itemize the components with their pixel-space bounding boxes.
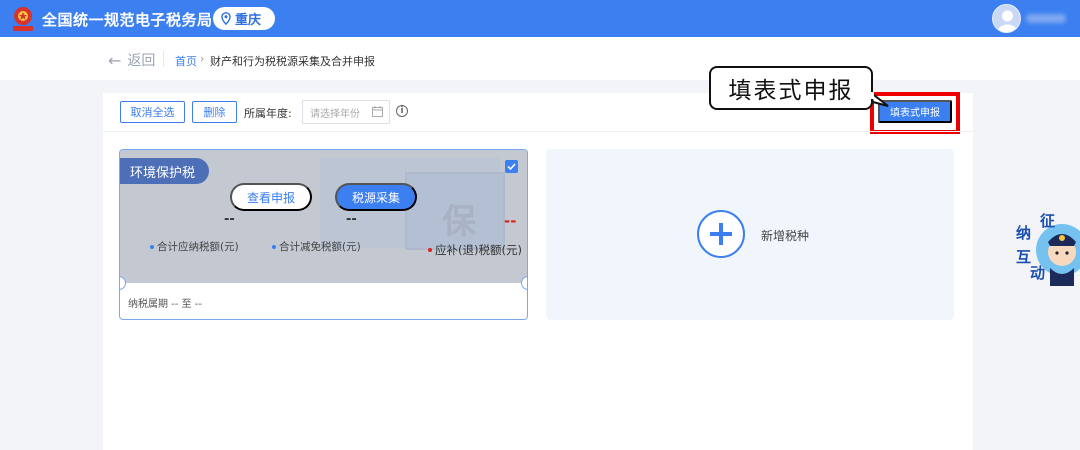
total-relief-value: --: [346, 212, 357, 227]
main-panel: 取消全选 删除 所属年度: 请选择年份 i 填表式申报 保 环境保护税 查看申报…: [103, 92, 973, 450]
refund-payable-value: --: [504, 212, 517, 230]
breadcrumb-divider: [163, 51, 164, 67]
tax-emblem-icon: [13, 7, 33, 31]
tax-period: 纳税属期 -- 至 --: [128, 299, 202, 310]
delete-button[interactable]: 删除: [192, 101, 237, 123]
city-selector[interactable]: 重庆: [213, 7, 275, 30]
site-title: 全国统一规范电子税务局: [42, 11, 213, 29]
mascot-char: 互: [1016, 248, 1031, 266]
breadcrumb-bar: ← 返回 首页 › 财产和行为税税源采集及合并申报: [0, 37, 1080, 80]
tax-card-header: 保 环境保护税 查看申报 税源采集 -- -- -- 合计应纳税额(元) 合计减…: [120, 150, 527, 283]
back-button[interactable]: ← 返回: [108, 50, 155, 70]
metric-label: 应补(退)税额(元): [435, 243, 522, 257]
callout-tail-icon: [870, 92, 889, 107]
tax-card-environmental[interactable]: 保 环境保护税 查看申报 税源采集 -- -- -- 合计应纳税额(元) 合计减…: [119, 149, 528, 320]
city-name: 重庆: [235, 13, 262, 28]
year-placeholder: 请选择年份: [310, 108, 360, 120]
total-payable-value: --: [224, 212, 235, 227]
mascot-char: 纳: [1016, 224, 1031, 242]
blue-dot-icon: [150, 244, 154, 249]
user-avatar-icon: [997, 10, 1018, 32]
year-picker-input[interactable]: 请选择年份: [302, 100, 390, 124]
blue-dot-icon: [272, 244, 276, 249]
location-pin-icon: [221, 12, 231, 25]
metric-refund-payable: 应补(退)税额(元): [428, 242, 522, 258]
add-tax-type-card[interactable]: 新增税种: [546, 149, 954, 320]
metric-label: 合计应纳税额(元): [157, 241, 239, 253]
plus-icon: [697, 210, 745, 258]
tax-interaction-mascot[interactable]: 征 纳 互 动: [1010, 208, 1080, 288]
cancel-select-all-button[interactable]: 取消全选: [120, 101, 185, 123]
calendar-icon: [372, 106, 383, 117]
view-declaration-button[interactable]: 查看申报: [230, 183, 312, 211]
breadcrumb-separator: ›: [200, 52, 205, 65]
toolbar-divider: [103, 131, 973, 132]
annotation-callout: 填表式申报: [709, 66, 873, 110]
checkmark-icon: [507, 163, 516, 171]
metric-total-relief: 合计减免税额(元): [272, 239, 361, 254]
metric-label: 合计减免税额(元): [279, 241, 361, 253]
tax-card-checkbox[interactable]: [505, 160, 518, 173]
user-avatar[interactable]: [992, 4, 1021, 33]
metric-total-payable: 合计应纳税额(元): [150, 239, 239, 254]
tax-source-collection-button[interactable]: 税源采集: [335, 183, 417, 211]
breadcrumb-current: 财产和行为税税源采集及合并申报: [210, 55, 375, 68]
mascot-char: 征: [1040, 212, 1055, 230]
back-arrow-icon: ←: [108, 50, 122, 70]
top-header: 全国统一规范电子税务局 重庆: [0, 0, 1080, 37]
user-name-blurred[interactable]: [1026, 14, 1066, 23]
red-dot-icon: [428, 248, 432, 252]
card-background-glyph: 保: [442, 202, 476, 242]
mascot-char: 动: [1030, 264, 1045, 282]
card-notch-right: [521, 276, 527, 290]
year-label: 所属年度:: [244, 107, 292, 120]
tax-type-tag: 环境保护税: [120, 158, 209, 184]
add-tax-type-label: 新增税种: [761, 229, 810, 243]
breadcrumb-home-link[interactable]: 首页: [175, 53, 197, 69]
back-label: 返回: [127, 53, 156, 69]
info-icon[interactable]: i: [396, 105, 408, 117]
